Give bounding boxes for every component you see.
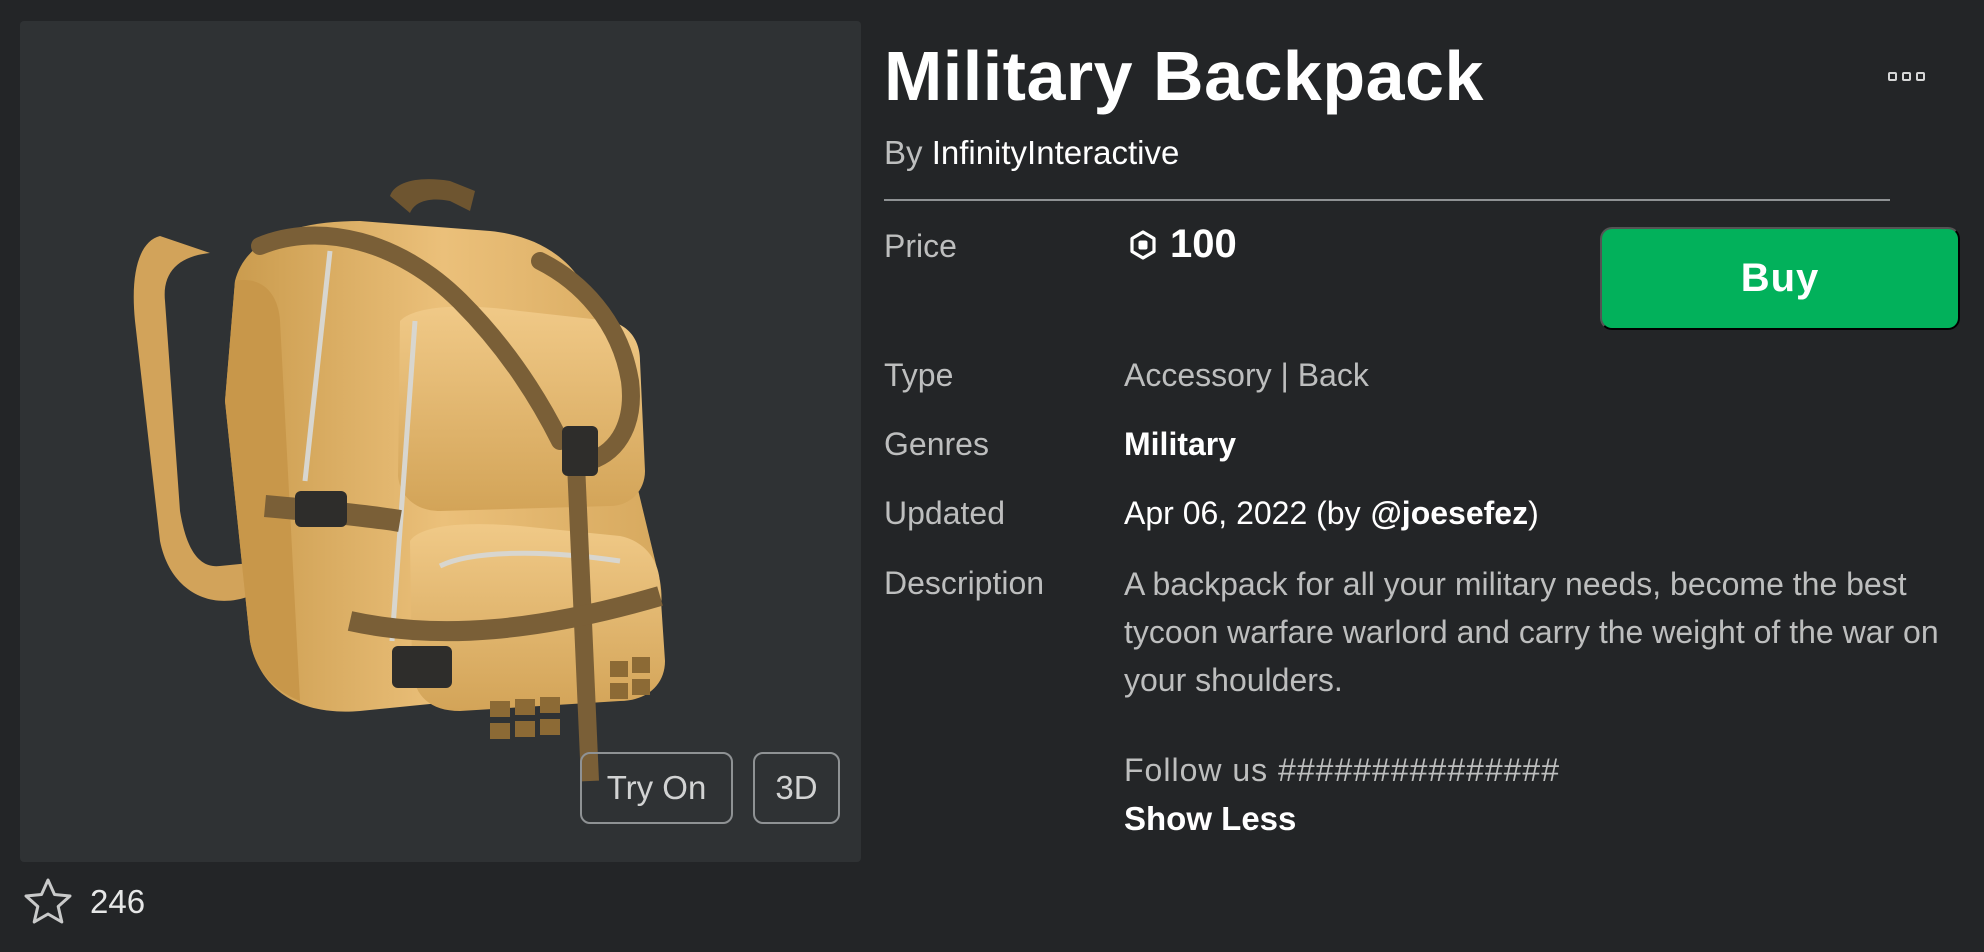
item-thumbnail-panel[interactable]: Try On 3D [20, 21, 861, 862]
genre-link[interactable]: Military [1124, 426, 1236, 463]
by-prefix: By [884, 134, 923, 171]
show-less-toggle[interactable]: Show Less [1124, 800, 1296, 838]
updated-date: Apr 06, 2022 [1124, 495, 1308, 531]
star-outline-icon[interactable] [22, 876, 74, 928]
price-label: Price [884, 228, 957, 264]
type-value: Accessory | Back [1124, 357, 1369, 393]
try-on-button[interactable]: Try On [580, 752, 733, 824]
backpack-image [133, 179, 665, 782]
robux-icon [1130, 229, 1156, 260]
buy-button[interactable]: Buy [1600, 227, 1960, 330]
genres-label: Genres [884, 426, 989, 462]
updated-by-user-link[interactable]: @joesefez [1371, 495, 1528, 531]
description-text: A backpack for all your military needs, … [1124, 566, 1939, 698]
updated-by-close: ) [1528, 495, 1539, 531]
updated-label: Updated [884, 495, 1005, 531]
ellipsis-icon[interactable] [1880, 64, 1932, 88]
type-label: Type [884, 357, 954, 393]
item-details-page: Try On 3D 246 Military Backpack By Infin… [0, 0, 1984, 952]
updated-by-open: (by [1316, 495, 1361, 531]
creator-link[interactable]: InfinityInteractive [932, 134, 1180, 171]
favorite-count: 246 [90, 883, 146, 920]
details-divider [884, 199, 1890, 201]
3d-view-button[interactable]: 3D [753, 752, 840, 824]
price-value: 100 [1128, 222, 1237, 267]
favorite-control[interactable]: 246 [22, 876, 145, 928]
updated-value: Apr 06, 2022 (by @joesefez) [1124, 495, 1539, 532]
creator-byline: By InfinityInteractive [884, 134, 1179, 172]
item-title: Military Backpack [884, 37, 1484, 115]
price-amount: 100 [1170, 222, 1237, 266]
description-follow-text: Follow us ############### [1124, 752, 1560, 788]
description-label: Description [884, 565, 1045, 601]
